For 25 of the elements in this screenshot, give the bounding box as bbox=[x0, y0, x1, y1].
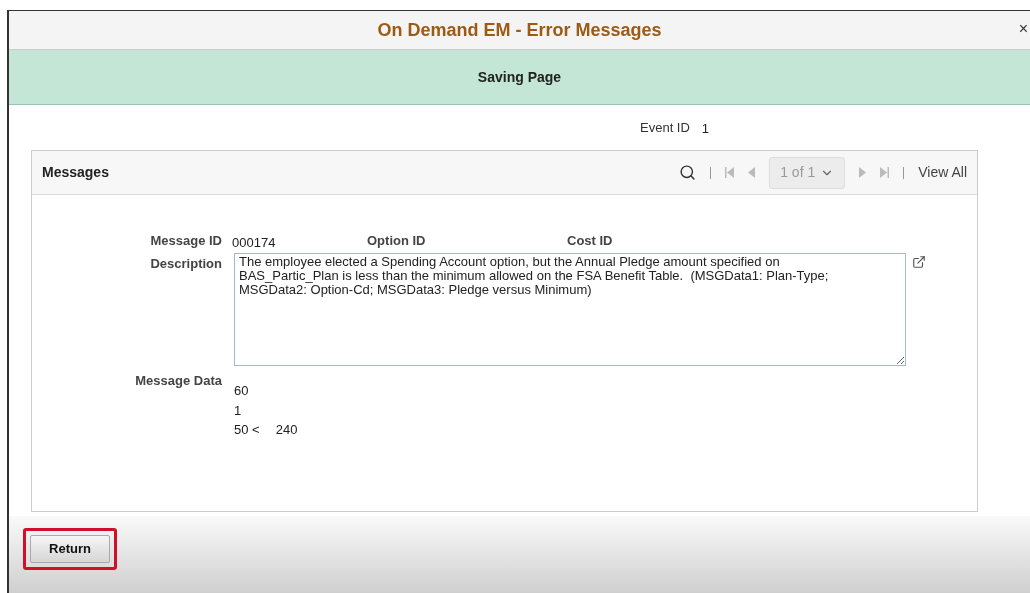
next-page-icon[interactable] bbox=[859, 167, 867, 178]
message-data-label: Message Data bbox=[134, 372, 222, 390]
panel-title: Messages bbox=[42, 163, 109, 182]
description-field[interactable]: The employee elected a Spending Account option, but the Annual Pledge amount specified on BAS_Partic_Plan is less than the minimum allowed on the FSA Benefit Table. (MSGData1: Plan-Type; MSGData2: Option-Cd; MSGData3: Pledge versus Minimum) bbox=[234, 253, 906, 366]
option-id-label: Option ID bbox=[367, 232, 427, 251]
message-id-label: Message ID bbox=[149, 232, 222, 251]
close-button[interactable]: × bbox=[1018, 17, 1028, 41]
first-page-icon[interactable] bbox=[725, 167, 735, 178]
message-data-value: 240 bbox=[275, 421, 298, 439]
message-data-value: 50 < bbox=[234, 421, 260, 439]
notice-text: Saving Page bbox=[477, 67, 562, 87]
search-icon[interactable] bbox=[679, 164, 697, 181]
description-label: Description bbox=[149, 255, 222, 273]
message-data-value: 60 bbox=[234, 382, 249, 400]
window-title: On Demand EM - Error Messages bbox=[377, 18, 662, 42]
event-id-label: Event ID bbox=[640, 118, 690, 137]
message-data-value: 1 bbox=[234, 401, 242, 420]
return-button[interactable]: Return bbox=[30, 535, 110, 563]
view-all-link[interactable]: View All bbox=[918, 162, 967, 183]
message-id-value: 000174 bbox=[232, 233, 277, 252]
expand-icon[interactable] bbox=[912, 255, 926, 269]
previous-page-icon[interactable] bbox=[748, 167, 756, 178]
last-page-icon[interactable] bbox=[880, 167, 890, 178]
cost-id-label: Cost ID bbox=[567, 232, 613, 251]
event-id-value: 1 bbox=[701, 120, 710, 139]
